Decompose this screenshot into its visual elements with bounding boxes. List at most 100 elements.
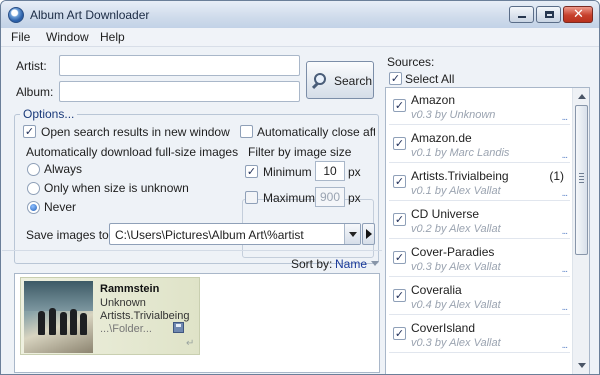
- source-settings-icon[interactable]: ...: [562, 188, 568, 199]
- title-bar[interactable]: Album Art Downloader ✕: [1, 1, 599, 28]
- minimum-unit: px: [348, 165, 361, 179]
- app-icon: [8, 7, 24, 23]
- auto-close-label: Automatically close afte: [257, 125, 375, 139]
- source-item[interactable]: ✓ Cover-Paradies v0.3 by Alex Vallat ...: [389, 242, 570, 277]
- close-icon: ✕: [573, 7, 584, 22]
- source-checkbox[interactable]: ✓: [393, 327, 406, 340]
- source-settings-icon[interactable]: ...: [562, 302, 568, 313]
- maximize-icon: [545, 11, 554, 18]
- minimum-size-input[interactable]: 10: [315, 161, 345, 181]
- source-settings-icon[interactable]: ...: [562, 150, 568, 161]
- return-icon: ↵: [186, 338, 195, 349]
- source-name: CoverIsland: [411, 321, 476, 335]
- radio-always-label: Always: [44, 162, 83, 176]
- scroll-up-icon[interactable]: [578, 94, 586, 99]
- menu-file[interactable]: File: [11, 30, 30, 44]
- source-version: v0.3 by Alex Vallat: [411, 337, 501, 349]
- source-settings-icon[interactable]: ...: [562, 264, 568, 275]
- album-art-thumbnail[interactable]: [24, 281, 93, 353]
- artist-input[interactable]: [59, 55, 300, 76]
- source-item[interactable]: ✓ CD Universe v0.2 by Alex Vallat ...: [389, 204, 570, 239]
- source-version: v0.4 by Alex Vallat: [411, 299, 501, 311]
- filter-size-title: Filter by image size: [248, 145, 352, 159]
- sources-scrollbar[interactable]: [572, 88, 589, 374]
- sort-by-dropdown[interactable]: Name: [335, 257, 367, 271]
- auto-download-label: Automatically download full-size images: [26, 145, 239, 159]
- source-item[interactable]: ✓ CoverIsland v0.3 by Alex Vallat ...: [389, 318, 570, 353]
- source-settings-icon[interactable]: ...: [562, 340, 568, 351]
- search-button[interactable]: Search: [306, 61, 374, 99]
- source-version: v0.3 by Alex Vallat: [411, 261, 501, 273]
- search-button-label: Search: [334, 74, 373, 88]
- maximize-button[interactable]: [536, 6, 561, 23]
- source-version: v0.3 by Unknown: [411, 109, 496, 121]
- chevron-down-icon[interactable]: [344, 224, 360, 244]
- menu-help[interactable]: Help: [100, 30, 125, 44]
- source-version: v0.1 by Alex Vallat: [411, 185, 501, 197]
- open-new-window-checkbox[interactable]: ✓: [23, 125, 36, 138]
- radio-always[interactable]: [27, 163, 40, 176]
- source-checkbox[interactable]: ✓: [393, 289, 406, 302]
- results-panel: Rammstein Unknown Artists.Trivialbeing .…: [14, 273, 380, 373]
- source-checkbox[interactable]: ✓: [393, 213, 406, 226]
- source-settings-icon[interactable]: ...: [562, 226, 568, 237]
- options-expander[interactable]: Options...: [20, 107, 78, 121]
- result-folder: ...\Folder...: [100, 323, 152, 335]
- save-path-menu-button[interactable]: [362, 223, 375, 245]
- scrollbar-thumb[interactable]: [575, 105, 588, 255]
- scroll-down-icon[interactable]: [578, 363, 586, 368]
- source-version: v0.2 by Alex Vallat: [411, 223, 501, 235]
- source-item[interactable]: ✓ Amazon.de v0.1 by Marc Landis ...: [389, 128, 570, 163]
- source-version: v0.1 by Marc Landis: [411, 147, 510, 159]
- save-images-label: Save images to:: [26, 228, 113, 242]
- source-checkbox[interactable]: ✓: [393, 137, 406, 150]
- select-all-checkbox[interactable]: ✓: [389, 72, 402, 85]
- radio-size-unknown[interactable]: [27, 182, 40, 195]
- section-divider: [2, 250, 382, 251]
- radio-never[interactable]: [27, 201, 40, 214]
- source-name: Cover-Paradies: [411, 245, 495, 259]
- result-album: Unknown: [100, 297, 146, 309]
- sort-arrow-icon: [371, 261, 379, 266]
- source-name: Amazon.de: [411, 131, 472, 145]
- source-checkbox[interactable]: ✓: [393, 251, 406, 264]
- menu-window[interactable]: Window: [46, 30, 89, 44]
- auto-close-checkbox[interactable]: [240, 125, 253, 138]
- save-icon[interactable]: [173, 322, 184, 333]
- maximum-label: Maximum: [263, 191, 316, 205]
- source-checkbox[interactable]: ✓: [393, 175, 406, 188]
- album-input[interactable]: [59, 81, 300, 102]
- save-path-combo[interactable]: C:\Users\Pictures\Album Art\%artist: [109, 223, 361, 245]
- source-name: Artists.Trivialbeing: [411, 169, 509, 183]
- source-settings-icon[interactable]: ...: [562, 112, 568, 123]
- source-name: CD Universe: [411, 207, 480, 221]
- source-item[interactable]: ✓ Artists.Trivialbeing (1) v0.1 by Alex …: [389, 166, 570, 201]
- sources-label: Sources:: [387, 55, 435, 69]
- minimum-label: Minimum: [263, 165, 312, 179]
- close-button[interactable]: ✕: [563, 6, 593, 23]
- minimize-button[interactable]: [509, 6, 534, 23]
- maximum-unit: px: [348, 191, 361, 205]
- sort-by-label: Sort by:: [291, 257, 333, 271]
- menu-bar: File Window Help: [1, 28, 599, 47]
- source-name: Amazon: [411, 93, 456, 107]
- result-artist: Rammstein: [100, 283, 160, 295]
- maximum-size-input[interactable]: 900: [315, 187, 345, 207]
- result-card[interactable]: Rammstein Unknown Artists.Trivialbeing .…: [20, 277, 200, 355]
- source-name: Coveralia: [411, 283, 462, 297]
- radio-never-label: Never: [44, 200, 77, 214]
- radio-size-unknown-label: Only when size is unknown: [44, 181, 189, 195]
- maximum-checkbox[interactable]: [245, 191, 258, 204]
- app-window: Album Art Downloader ✕ File Window Help …: [0, 0, 600, 375]
- result-source: Artists.Trivialbeing: [100, 310, 190, 322]
- album-label: Album:: [16, 85, 54, 99]
- open-new-window-label: Open search results in new window: [41, 125, 230, 139]
- minimize-icon: [518, 16, 526, 18]
- source-result-count: (1): [549, 169, 564, 183]
- source-checkbox[interactable]: ✓: [393, 99, 406, 112]
- artist-label: Artist:: [16, 59, 47, 73]
- source-item[interactable]: ✓ Amazon v0.3 by Unknown ...: [389, 90, 570, 125]
- select-all-label: Select All: [405, 72, 455, 86]
- minimum-checkbox[interactable]: ✓: [245, 165, 258, 178]
- source-item[interactable]: ✓ Coveralia v0.4 by Alex Vallat ...: [389, 280, 570, 315]
